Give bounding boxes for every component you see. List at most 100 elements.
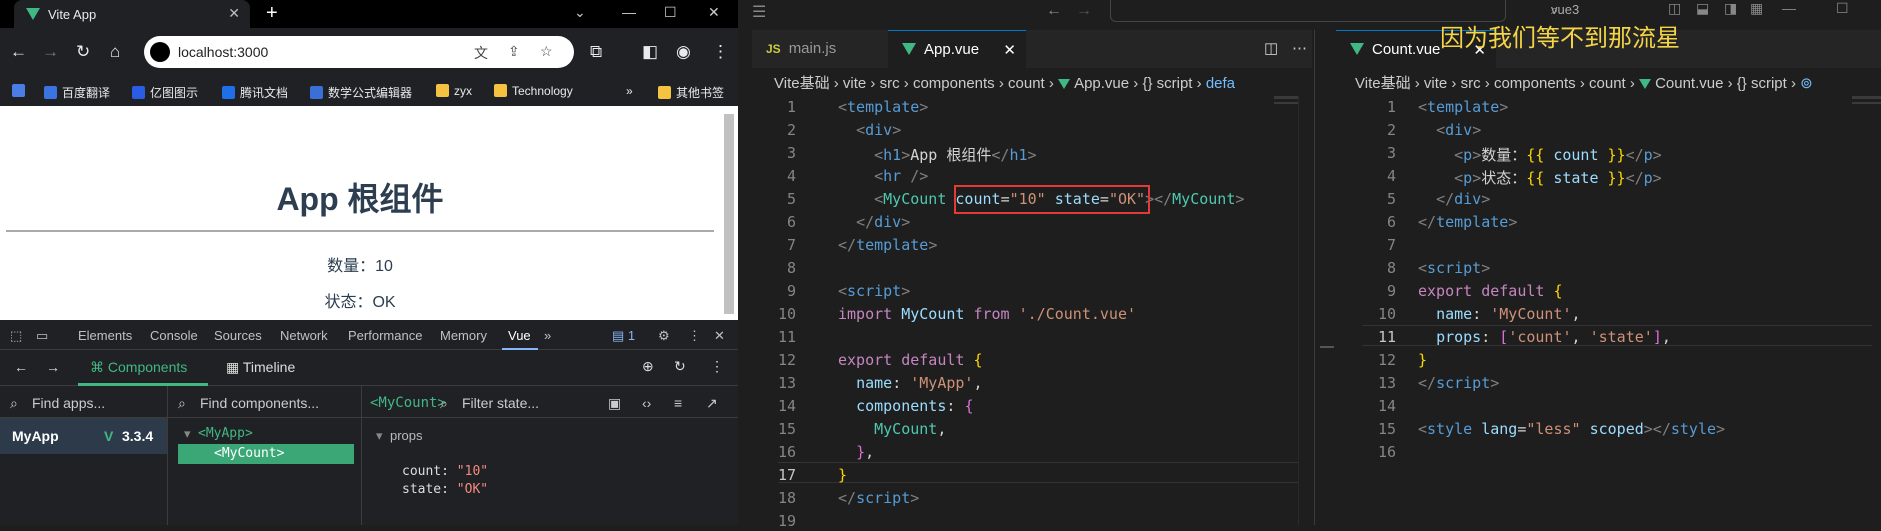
- chevron-down-icon[interactable]: ⌄: [574, 4, 586, 21]
- forward-icon[interactable]: →: [42, 42, 59, 62]
- more-tabs-icon[interactable]: »: [544, 328, 551, 343]
- close-window-icon[interactable]: ✕: [708, 4, 720, 21]
- page-scrollbar[interactable]: [724, 114, 734, 314]
- menu-icon[interactable]: ☰: [752, 2, 766, 22]
- forward-icon[interactable]: →: [1076, 2, 1092, 20]
- menu-icon[interactable]: ⋮: [712, 42, 729, 62]
- screenshot-icon[interactable]: ▣: [608, 395, 621, 412]
- line-number: 6: [786, 213, 796, 231]
- vue-logo-icon: [26, 8, 40, 20]
- layout-sidebar-icon[interactable]: ◫: [1668, 0, 1681, 17]
- back-icon[interactable]: ←: [10, 42, 27, 62]
- tab-performance[interactable]: Performance: [348, 328, 422, 343]
- breadcrumb: Vite基础 › vite › src › components › count…: [774, 75, 1236, 92]
- home-icon[interactable]: ⌂: [110, 42, 120, 62]
- close-devtools-icon[interactable]: ✕: [714, 328, 725, 344]
- code-icon[interactable]: ‹›: [642, 395, 651, 411]
- pane-divider[interactable]: [1314, 30, 1315, 525]
- extensions-icon[interactable]: ⧉: [590, 42, 602, 62]
- kebab-menu-icon[interactable]: ⋮: [710, 358, 724, 375]
- tree-node-root[interactable]: <MyApp>: [198, 426, 253, 441]
- apps-column: ⌕ Find apps... MyApp V 3.3.4: [0, 386, 168, 525]
- customize-layout-icon[interactable]: ▦: [1750, 0, 1763, 17]
- issues-badge[interactable]: ▤ 1: [612, 328, 635, 344]
- app-list-item[interactable]: MyApp V 3.3.4: [0, 418, 167, 454]
- profile-avatar[interactable]: ◉: [676, 42, 691, 62]
- editor-scrollbar[interactable]: [1298, 96, 1312, 525]
- line-number: 2: [1386, 121, 1396, 139]
- tree-toggle-icon[interactable]: ▾: [184, 426, 191, 442]
- minimap[interactable]: [1852, 96, 1881, 136]
- split-editor-icon[interactable]: ◫: [1264, 39, 1278, 57]
- code-app-vue[interactable]: <template> <div> <h1>App 根组件</h1> <hr />…: [838, 98, 1244, 507]
- line-number: 5: [786, 190, 796, 208]
- bookmark-item[interactable]: 数学公式编辑器: [310, 84, 412, 101]
- bookmarks-overflow[interactable]: »: [626, 84, 633, 98]
- tab-main-js[interactable]: JS main.js: [752, 30, 888, 68]
- translate-icon[interactable]: 文: [474, 43, 488, 63]
- more-actions-icon[interactable]: ⋯: [1292, 39, 1307, 57]
- line-number: 1: [786, 98, 796, 116]
- line-number: 10: [1377, 305, 1396, 323]
- sash-handle[interactable]: [1320, 346, 1334, 348]
- tab-components[interactable]: ⌘ Components: [90, 359, 187, 376]
- back-icon[interactable]: ←: [14, 359, 28, 375]
- tab-memory[interactable]: Memory: [440, 328, 487, 343]
- bookmark-folder[interactable]: zyx: [436, 84, 472, 98]
- tab-elements[interactable]: Elements: [78, 328, 132, 343]
- filter-state-input[interactable]: <MyCount> ⌕ Filter state... ▣ ‹› ≡ ↗: [362, 386, 738, 418]
- prop-row: state: "OK": [402, 482, 489, 497]
- bookmark-item[interactable]: 亿图图示: [132, 84, 198, 101]
- maximize-icon[interactable]: ☐: [1836, 0, 1849, 17]
- back-icon[interactable]: ←: [1046, 2, 1062, 20]
- devtools-tabs: ⬚ ▭ Elements Console Sources Network Per…: [0, 320, 738, 350]
- code-count-vue[interactable]: <template> <div> <p>数量：{{ count }}</p> <…: [1418, 98, 1725, 438]
- site-info-icon[interactable]: [150, 42, 170, 62]
- browser-tab[interactable]: Vite App ✕: [14, 0, 250, 28]
- url-input[interactable]: localhost:3000 文 ⇪ ☆: [144, 36, 574, 68]
- line-number: 6: [1386, 213, 1396, 231]
- tab-sources[interactable]: Sources: [214, 328, 262, 343]
- maximize-icon[interactable]: ☐: [664, 4, 677, 21]
- find-apps-input[interactable]: ⌕ Find apps...: [0, 386, 167, 418]
- tree-node-selected[interactable]: <MyCount>: [178, 444, 354, 464]
- line-number: 4: [786, 167, 796, 185]
- tab-network[interactable]: Network: [280, 328, 328, 343]
- device-toggle-icon[interactable]: ▭: [36, 328, 48, 344]
- bookmark-folder[interactable]: Technology: [494, 84, 573, 98]
- share-icon[interactable]: ⇪: [508, 43, 520, 60]
- forward-icon[interactable]: →: [46, 359, 60, 375]
- bookmark-item[interactable]: 百度翻译: [44, 84, 110, 101]
- current-line-highlight: [778, 462, 1298, 483]
- list-icon[interactable]: ≡: [674, 395, 682, 411]
- tab-vue[interactable]: Vue: [508, 328, 531, 343]
- tab-app-vue[interactable]: App.vue ✕: [888, 30, 1026, 68]
- vue-file-icon: [902, 43, 916, 55]
- apps-icon[interactable]: [12, 84, 30, 98]
- new-tab-button[interactable]: +: [266, 2, 278, 25]
- layout-secondary-icon[interactable]: ◨: [1724, 0, 1737, 17]
- gear-icon[interactable]: ⚙: [658, 328, 670, 344]
- tab-console[interactable]: Console: [150, 328, 198, 343]
- bookmark-folder[interactable]: 其他书签: [658, 84, 724, 101]
- code-editor: ☰ ← → ⌕ vue3 ◫ ⬓ ◨ ▦ — ☐ JS main.js App.v…: [738, 0, 1881, 530]
- reload-icon[interactable]: ↻: [76, 42, 90, 62]
- refresh-icon[interactable]: ↻: [674, 358, 686, 375]
- sidebar-icon[interactable]: ◧: [642, 42, 658, 62]
- line-number: 14: [777, 397, 796, 415]
- line-number: 3: [786, 144, 796, 162]
- target-icon[interactable]: ⊕: [642, 358, 654, 375]
- layout-panel-icon[interactable]: ⬓: [1696, 0, 1709, 17]
- inspect-icon[interactable]: ⬚: [10, 328, 22, 344]
- close-icon[interactable]: ✕: [1003, 41, 1016, 59]
- open-external-icon[interactable]: ↗: [706, 395, 718, 412]
- bookmark-item[interactable]: 腾讯文档: [222, 84, 288, 101]
- props-toggle-icon[interactable]: ▾: [376, 428, 383, 444]
- minimize-icon[interactable]: —: [622, 4, 636, 20]
- star-icon[interactable]: ☆: [540, 43, 553, 60]
- kebab-menu-icon[interactable]: ⋮: [688, 328, 701, 344]
- close-icon[interactable]: ✕: [228, 5, 240, 22]
- find-components-input[interactable]: ⌕ Find components...: [168, 386, 361, 418]
- tab-timeline[interactable]: ▦ Timeline: [226, 359, 295, 376]
- minimize-icon[interactable]: —: [1782, 0, 1796, 16]
